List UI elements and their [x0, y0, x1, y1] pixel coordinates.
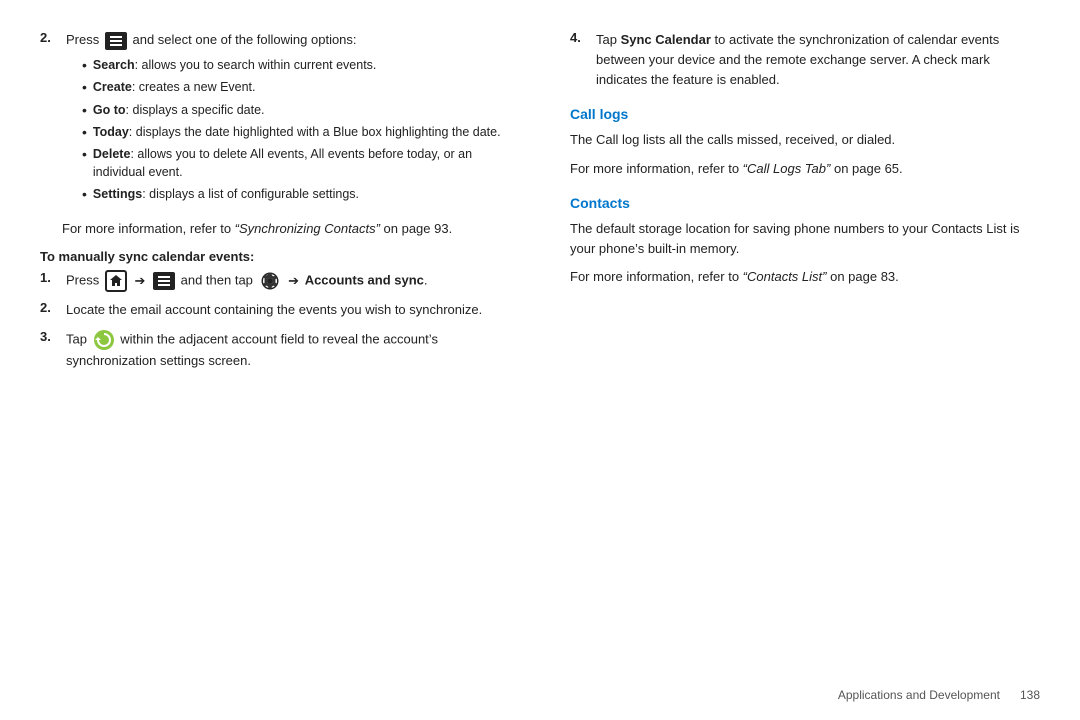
sub-step-1-content: Press ➔ and then tap: [66, 270, 510, 292]
step-4: 4. Tap Sync Calendar to activate the syn…: [570, 30, 1040, 90]
left-column: 2. Press and select one of the following…: [40, 30, 520, 690]
bullet-today: Today: displays the date highlighted wit…: [82, 123, 510, 141]
step-2-content: Press and select one of the following op…: [66, 30, 510, 209]
sub-step-2-number: 2.: [40, 300, 62, 315]
step-2: 2. Press and select one of the following…: [40, 30, 510, 209]
footer: Applications and Development 138: [838, 688, 1040, 702]
bullet-delete: Delete: allows you to delete All events,…: [82, 145, 510, 181]
call-logs-p2: For more information, refer to “Call Log…: [570, 159, 1040, 179]
step-2-prefix: Press: [66, 32, 99, 47]
arrow-1: ➔: [134, 271, 145, 291]
call-logs-p2-link: “Call Logs Tab”: [743, 161, 831, 176]
step-2-number: 2.: [40, 30, 62, 45]
step-4-prefix: Tap: [596, 32, 621, 47]
more-info-para: For more information, refer to “Synchron…: [62, 219, 510, 239]
sub-step-1-suffix: Accounts and sync: [305, 273, 424, 288]
step-4-number: 4.: [570, 30, 592, 45]
subheading: To manually sync calendar events:: [40, 249, 510, 264]
sub-step-3: 3. Tap within the adjacent account field…: [40, 329, 510, 371]
bullet-create: Create: creates a new Event.: [82, 78, 510, 96]
home-icon: [105, 270, 127, 292]
arrow-2: ➔: [288, 271, 299, 291]
sub-step-1-period: .: [424, 273, 428, 288]
sub-step-1-press: Press: [66, 273, 103, 288]
contacts-p1: The default storage location for saving …: [570, 219, 1040, 259]
sub-step-2-content: Locate the email account containing the …: [66, 300, 510, 320]
more-info-prefix: For more information, refer to: [62, 221, 235, 236]
contacts-p2-link: “Contacts List”: [743, 269, 827, 284]
right-column: 4. Tap Sync Calendar to activate the syn…: [560, 30, 1040, 690]
contacts-p2-prefix: For more information, refer to: [570, 269, 743, 284]
sub-step-2: 2. Locate the email account containing t…: [40, 300, 510, 320]
step-2-suffix: and select one of the following options:: [132, 32, 356, 47]
call-logs-p1: The Call log lists all the calls missed,…: [570, 130, 1040, 150]
step-4-content: Tap Sync Calendar to activate the synchr…: [596, 30, 1040, 90]
step-4-bold: Sync Calendar: [621, 32, 711, 47]
bullet-settings: Settings: displays a list of configurabl…: [82, 185, 510, 203]
footer-label: Applications and Development: [838, 688, 1000, 702]
contacts-heading: Contacts: [570, 195, 1040, 211]
more-info-link: “Synchronizing Contacts”: [235, 221, 380, 236]
sub-step-3-content: Tap within the adjacent account field to…: [66, 329, 510, 371]
page: 2. Press and select one of the following…: [0, 0, 1080, 720]
contacts-p2: For more information, refer to “Contacts…: [570, 267, 1040, 287]
sub-step-3-number: 3.: [40, 329, 62, 344]
sub-step-1-number: 1.: [40, 270, 62, 285]
sync-icon: [93, 329, 115, 351]
sub-step-1-then: and then tap: [181, 273, 257, 288]
footer-page: 138: [1020, 688, 1040, 702]
contacts-p2-suffix: on page 83.: [826, 269, 898, 284]
sub-step-1: 1. Press ➔ and: [40, 270, 510, 292]
options-list: Search: allows you to search within curr…: [82, 56, 510, 203]
sub-step-3-suffix: within the adjacent account field to rev…: [66, 331, 438, 368]
sub-step-3-tap: Tap: [66, 331, 91, 346]
bullet-search: Search: allows you to search within curr…: [82, 56, 510, 74]
more-info-suffix: on page 93.: [380, 221, 452, 236]
menu-icon: [105, 32, 127, 50]
bullet-goto: Go to: displays a specific date.: [82, 101, 510, 119]
call-logs-heading: Call logs: [570, 106, 1040, 122]
gear-icon: [259, 270, 281, 292]
menu-icon-2: [153, 272, 175, 290]
call-logs-p2-suffix: on page 65.: [830, 161, 902, 176]
call-logs-p2-prefix: For more information, refer to: [570, 161, 743, 176]
